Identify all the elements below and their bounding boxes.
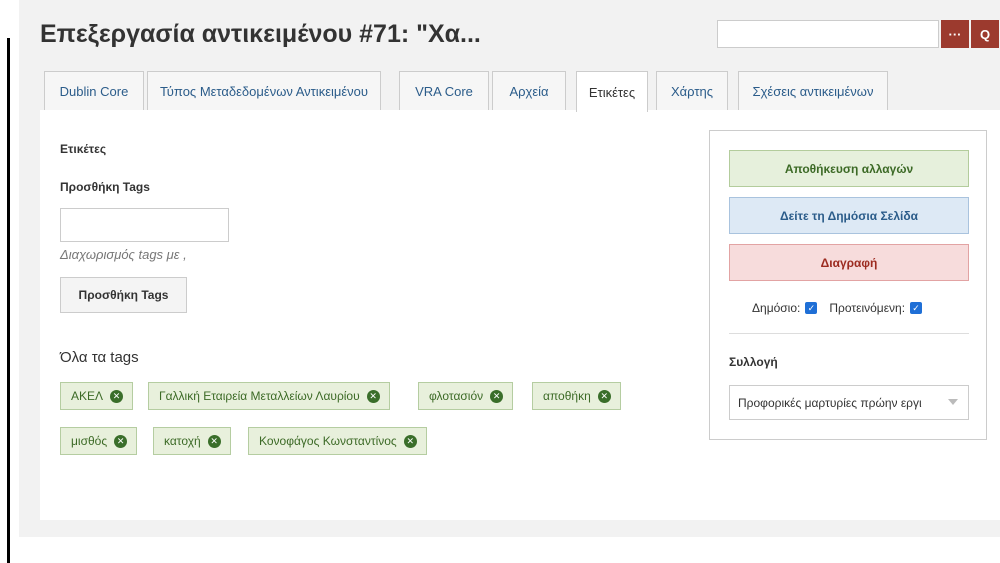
left-border-bar (7, 38, 10, 563)
tab-item-type-metadata[interactable]: Τύπος Μεταδεδομένων Αντικειμένου (147, 71, 381, 111)
tag-chip: μισθός ✕ (60, 427, 138, 455)
tab-tags[interactable]: Ετικέτες (576, 71, 648, 112)
public-checkbox[interactable]: ✓ (805, 302, 818, 314)
remove-tag-icon[interactable]: ✕ (597, 389, 611, 403)
add-tags-button[interactable]: Προσθήκη Tags (60, 277, 187, 313)
search-button[interactable]: Q (971, 20, 999, 48)
collection-select[interactable]: Προφορικές μαρτυρίες πρώην εργι (729, 385, 969, 420)
tags-separator-hint: Διαχωρισμός tags με , (60, 247, 187, 262)
tag-label: φλοτασιόν (429, 389, 484, 403)
more-icon: ··· (948, 26, 962, 42)
tag-label: ΑΚΕΛ (71, 389, 104, 403)
search-icon: Q (979, 26, 991, 42)
remove-tag-icon[interactable]: ✕ (403, 434, 417, 448)
tab-files[interactable]: Αρχεία (492, 71, 566, 111)
view-public-page-button[interactable]: Δείτε τη Δημόσια Σελίδα (729, 197, 969, 234)
delete-button[interactable]: Διαγραφή (729, 244, 969, 281)
tag-label: αποθήκη (543, 389, 591, 403)
page-title: Επεξεργασία αντικειμένου #71: "Χα... (40, 20, 481, 48)
chevron-down-icon (948, 399, 958, 405)
remove-tag-icon[interactable]: ✕ (490, 389, 504, 403)
collection-value: Προφορικές μαρτυρίες πρώην εργι (738, 395, 922, 410)
tab-dublin-core[interactable]: Dublin Core (44, 71, 144, 111)
visibility-flags: Δημόσιο: ✓ Προτεινόμενη: ✓ (752, 301, 934, 315)
tab-map[interactable]: Χάρτης (656, 71, 728, 111)
featured-label: Προτεινόμενη: (829, 301, 906, 315)
save-changes-button[interactable]: Αποθήκευση αλλαγών (729, 150, 969, 187)
search-input[interactable] (717, 20, 939, 48)
tab-item-relations[interactable]: Σχέσεις αντικειμένων (738, 71, 888, 111)
tag-chip: Κονοφάγος Κωνσταντίνος ✕ (248, 427, 427, 455)
section-label: Ετικέτες (60, 142, 107, 156)
tag-chip: κατοχή ✕ (153, 427, 231, 455)
divider (729, 333, 969, 334)
tag-label: Κονοφάγος Κωνσταντίνος (259, 434, 397, 448)
add-tags-input[interactable] (60, 208, 229, 242)
remove-tag-icon[interactable]: ✕ (366, 389, 380, 403)
tag-chip: φλοτασιόν ✕ (418, 382, 514, 410)
tag-chip: Γαλλική Εταιρεία Μεταλλείων Λαυρίου ✕ (148, 382, 390, 410)
tag-label: μισθός (71, 434, 108, 448)
remove-tag-icon[interactable]: ✕ (114, 434, 128, 448)
remove-tag-icon[interactable]: ✕ (110, 389, 124, 403)
public-label: Δημόσιο: (752, 301, 801, 315)
tag-chip: αποθήκη ✕ (532, 382, 621, 410)
add-tags-label: Προσθήκη Tags (60, 180, 150, 194)
tag-label: Γαλλική Εταιρεία Μεταλλείων Λαυρίου (159, 389, 360, 403)
search-options-button[interactable]: ··· (941, 20, 969, 48)
tag-chip: ΑΚΕΛ ✕ (60, 382, 134, 410)
remove-tag-icon[interactable]: ✕ (207, 434, 221, 448)
tab-vra-core[interactable]: VRA Core (399, 71, 489, 111)
tag-label: κατοχή (164, 434, 201, 448)
featured-checkbox[interactable]: ✓ (910, 302, 923, 314)
all-tags-heading: Όλα τα tags (60, 349, 139, 366)
collection-label: Συλλογή (729, 355, 778, 369)
